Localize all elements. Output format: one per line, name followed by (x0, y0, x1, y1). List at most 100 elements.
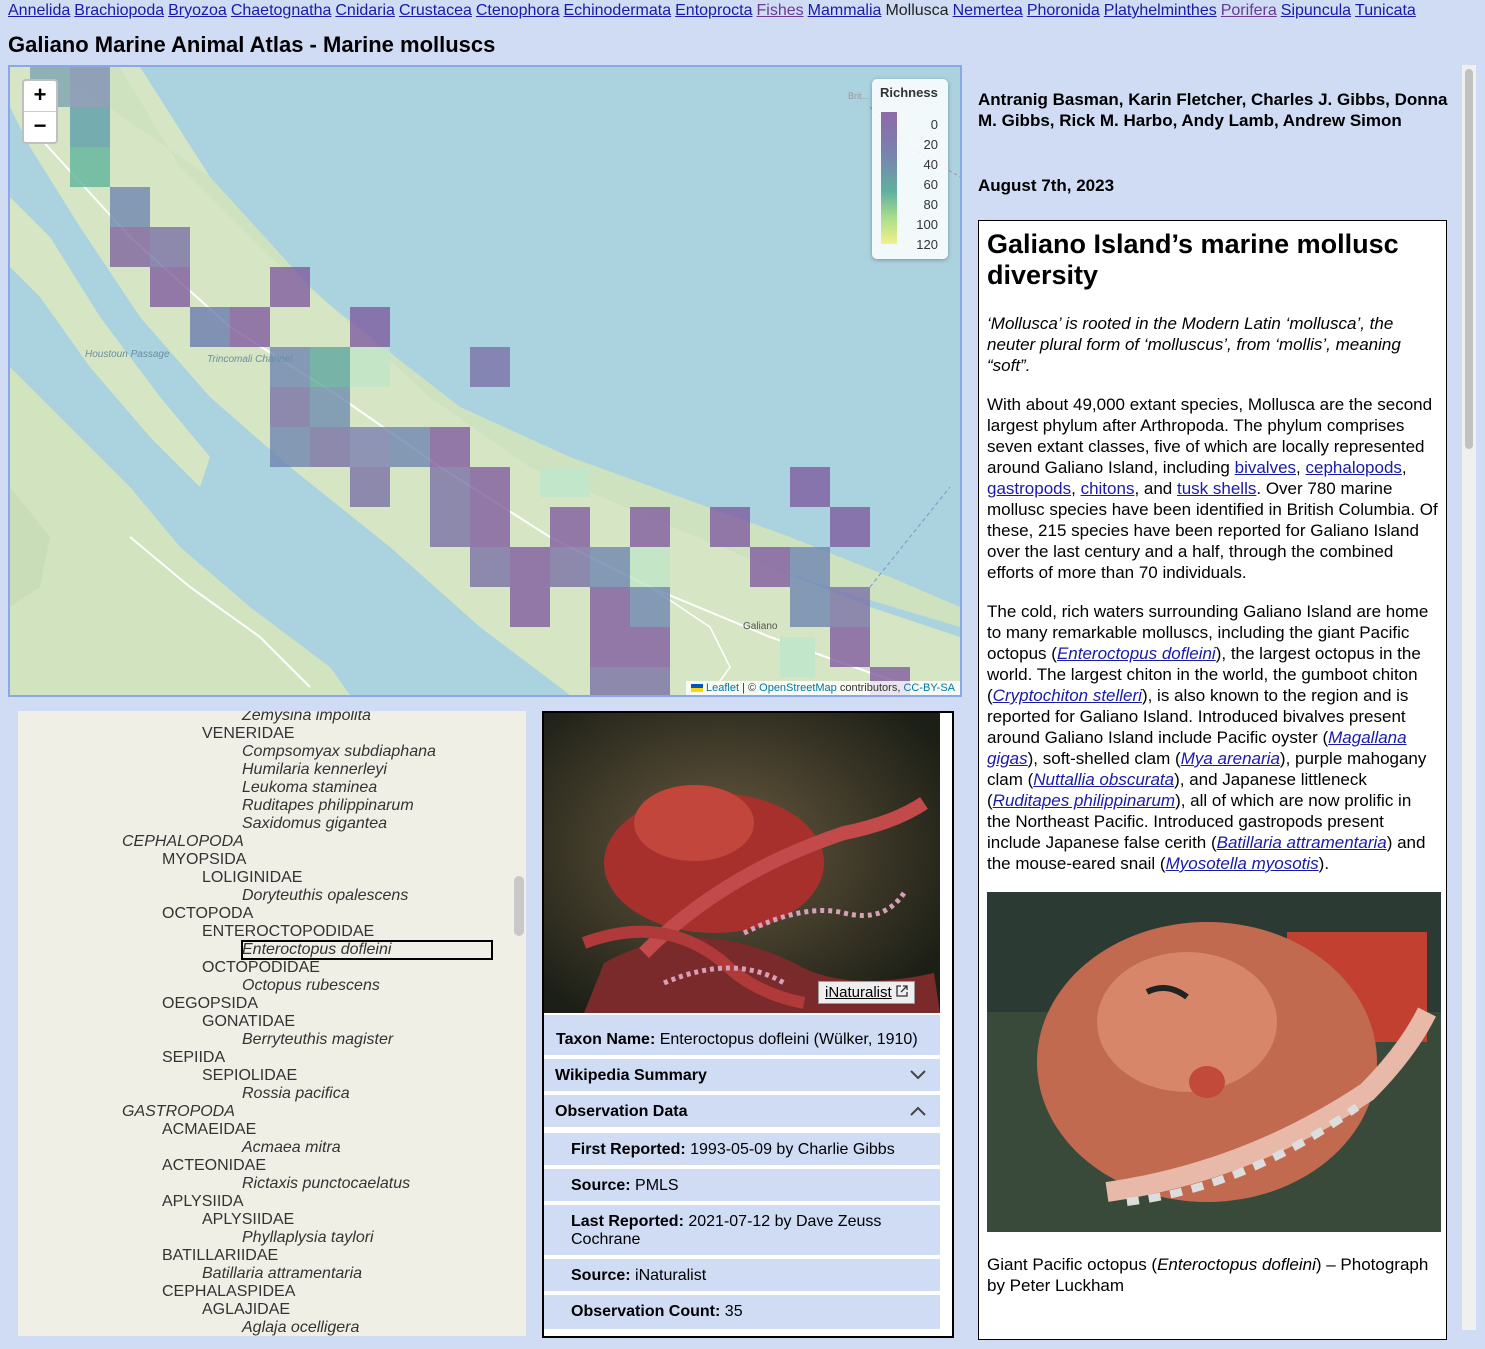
richness-cell[interactable] (430, 427, 470, 467)
phylum-link-fishes[interactable]: Fishes (757, 2, 804, 19)
richness-cell[interactable] (70, 107, 110, 147)
richness-cell[interactable] (630, 587, 670, 627)
taxon-row[interactable]: APLYSIIDAE (202, 1211, 294, 1229)
taxon-row[interactable]: Zemysina impolita (242, 711, 371, 725)
taxon-row[interactable]: Rictaxis punctocaelatus (242, 1175, 410, 1193)
taxon-row[interactable]: OEGOPSIDA (162, 995, 258, 1013)
richness-cell[interactable] (110, 227, 150, 267)
richness-cell[interactable] (190, 307, 230, 347)
taxon-row[interactable]: Phyllaplysia taylori (242, 1229, 374, 1247)
taxon-row[interactable]: Berryteuthis magister (242, 1031, 393, 1049)
species-link[interactable]: Cryptochiton stelleri (993, 686, 1142, 705)
taxon-row[interactable]: APLYSIIDA (162, 1193, 244, 1211)
species-link[interactable]: Batillaria attramentaria (1217, 833, 1387, 852)
taxon-row[interactable]: Aglaja ocelligera (242, 1319, 359, 1336)
phylum-link-bryozoa[interactable]: Bryozoa (168, 2, 227, 19)
richness-cell[interactable] (470, 507, 510, 547)
taxon-row[interactable]: OCTOPODIDAE (202, 959, 320, 977)
taxon-row[interactable]: GASTROPODA (122, 1103, 235, 1121)
richness-map[interactable]: Houstoun Passage Trincomali Channel Gali… (8, 65, 962, 697)
leaflet-link[interactable]: Leaflet (706, 682, 739, 694)
richness-cell[interactable] (830, 507, 870, 547)
phylum-link-entoprocta[interactable]: Entoprocta (675, 2, 752, 19)
richness-cell[interactable] (150, 227, 190, 267)
phylum-link-crustacea[interactable]: Crustacea (399, 2, 472, 19)
richness-cell[interactable] (830, 587, 870, 627)
zoom-in-button[interactable]: + (24, 81, 56, 112)
richness-cell[interactable] (350, 467, 390, 507)
taxon-row[interactable]: LOLIGINIDAE (202, 869, 302, 887)
richness-cell[interactable] (110, 187, 150, 227)
taxon-row[interactable]: CEPHALOPODA (122, 833, 244, 851)
chitons-link[interactable]: chitons (1081, 479, 1135, 498)
cephalopods-link[interactable]: cephalopods (1306, 458, 1402, 477)
phylum-link-cnidaria[interactable]: Cnidaria (335, 2, 395, 19)
richness-cell[interactable] (270, 347, 310, 387)
richness-cell[interactable] (310, 347, 350, 387)
bivalves-link[interactable]: bivalves (1235, 458, 1296, 477)
taxon-row[interactable]: VENERIDAE (202, 725, 294, 743)
richness-cell[interactable] (550, 507, 590, 547)
phylum-link-sipuncula[interactable]: Sipuncula (1281, 2, 1351, 19)
taxon-row[interactable]: Compsomyax subdiaphana (242, 743, 436, 761)
richness-cell[interactable] (590, 587, 630, 627)
taxon-row[interactable]: SEPIOLIDAE (202, 1067, 297, 1085)
richness-cell[interactable] (710, 507, 750, 547)
taxon-row[interactable]: SEPIIDA (162, 1049, 225, 1067)
taxon-row[interactable]: Acmaea mitra (242, 1139, 341, 1157)
richness-cell[interactable] (550, 547, 590, 587)
taxon-row[interactable]: Rossia pacifica (242, 1085, 350, 1103)
richness-cell[interactable] (510, 547, 550, 587)
richness-cell[interactable] (790, 547, 830, 587)
species-link[interactable]: Nuttallia obscurata (1033, 770, 1174, 789)
richness-cell[interactable] (470, 347, 510, 387)
taxon-row[interactable]: Ruditapes philippinarum (242, 797, 414, 815)
species-link[interactable]: Myosotella myosotis (1166, 854, 1319, 873)
phylum-link-tunicata[interactable]: Tunicata (1355, 2, 1416, 19)
taxon-row[interactable]: Batillaria attramentaria (202, 1265, 362, 1283)
phylum-link-nemertea[interactable]: Nemertea (953, 2, 1023, 19)
osm-link[interactable]: OpenStreetMap (759, 682, 837, 694)
taxon-panel-scrollbar[interactable] (940, 713, 952, 1336)
gastropods-link[interactable]: gastropods (987, 479, 1071, 498)
richness-cell[interactable] (470, 547, 510, 587)
page-scrollbar[interactable] (1462, 65, 1476, 1330)
richness-cell[interactable] (350, 427, 390, 467)
richness-cell[interactable] (350, 347, 390, 387)
taxon-row[interactable]: Humilaria kennerleyi (242, 761, 387, 779)
phylum-link-platyhelminthes[interactable]: Platyhelminthes (1104, 2, 1217, 19)
richness-cell[interactable] (590, 627, 630, 667)
richness-cell[interactable] (310, 427, 350, 467)
taxon-row[interactable]: OCTOPODA (162, 905, 253, 923)
richness-cell[interactable] (470, 467, 510, 507)
richness-cell[interactable] (590, 667, 630, 695)
phylum-link-brachiopoda[interactable]: Brachiopoda (74, 2, 164, 19)
richness-cell[interactable] (790, 587, 830, 627)
phylum-link-ctenophora[interactable]: Ctenophora (476, 2, 560, 19)
inaturalist-link[interactable]: iNaturalist (818, 981, 915, 1004)
richness-cell[interactable] (390, 427, 430, 467)
phylum-link-chaetognatha[interactable]: Chaetognatha (231, 2, 332, 19)
richness-cell[interactable] (590, 547, 630, 587)
taxonomy-scrollbar[interactable] (514, 876, 524, 936)
taxon-row[interactable]: Octopus rubescens (242, 977, 380, 995)
taxon-row-selected[interactable]: Enteroctopus dofleini (241, 940, 493, 960)
taxon-row[interactable]: BATILLARIIDAE (162, 1247, 278, 1265)
taxon-row[interactable]: Doryteuthis opalescens (242, 887, 408, 905)
taxon-row[interactable]: CEPHALASPIDEA (162, 1283, 295, 1301)
taxonomy-tree[interactable]: Zemysina impolita VENERIDAE Compsomyax sub… (18, 711, 526, 1336)
wikipedia-summary-toggle[interactable]: Wikipedia Summary (544, 1059, 940, 1093)
phylum-link-mammalia[interactable]: Mammalia (808, 2, 882, 19)
richness-cell[interactable] (430, 467, 470, 507)
richness-cell[interactable] (270, 387, 310, 427)
richness-cell[interactable] (270, 267, 310, 307)
taxon-row[interactable]: Leukoma staminea (242, 779, 377, 797)
richness-cell[interactable] (510, 587, 550, 627)
richness-cell[interactable] (350, 307, 390, 347)
richness-cell[interactable] (70, 67, 110, 107)
richness-cell[interactable] (630, 507, 670, 547)
richness-cell[interactable] (630, 667, 670, 695)
phylum-link-echinodermata[interactable]: Echinodermata (564, 2, 672, 19)
richness-cell[interactable] (790, 467, 830, 507)
page-scrollbar-thumb[interactable] (1465, 69, 1473, 449)
